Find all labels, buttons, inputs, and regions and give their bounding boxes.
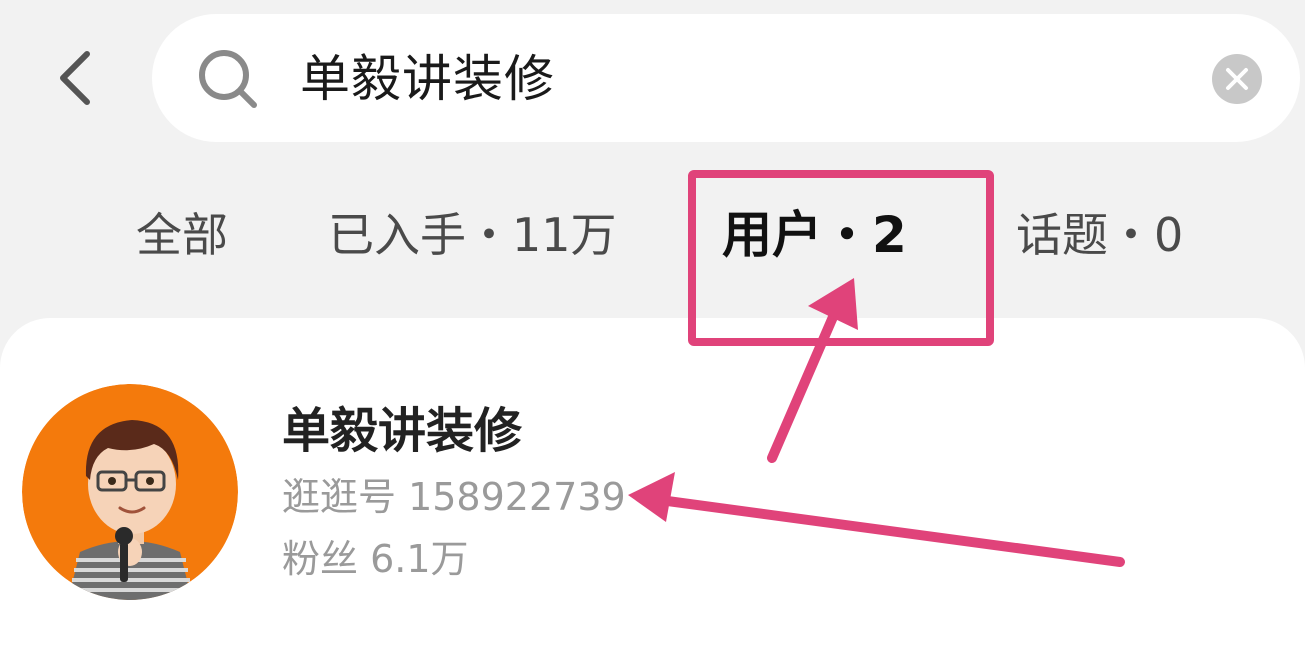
tab-bar: 全部 已入手・11万 用户・2 话题・0 <box>0 190 1305 280</box>
chevron-left-icon <box>60 51 90 105</box>
user-id: 逛逛号 158922739 <box>282 475 626 519</box>
user-name[interactable]: 单毅讲装修 <box>282 398 522 464</box>
back-button[interactable] <box>40 38 110 118</box>
tab-users[interactable]: 用户・2 <box>722 190 907 280</box>
user-avatar-image <box>22 384 238 600</box>
tab-all[interactable]: 全部 <box>136 190 228 280</box>
user-result-card[interactable]: 单毅讲装修 逛逛号 158922739 粉丝 6.1万 <box>0 318 1305 648</box>
avatar[interactable] <box>22 384 238 600</box>
search-input[interactable]: 单毅讲装修 <box>300 44 555 114</box>
clear-icon[interactable] <box>1212 54 1262 104</box>
search-icon <box>199 50 257 108</box>
tab-purchased[interactable]: 已入手・11万 <box>328 190 617 280</box>
search-bar[interactable]: 单毅讲装修 <box>152 14 1300 142</box>
user-fans-count: 粉丝 6.1万 <box>282 537 469 581</box>
tab-topics[interactable]: 话题・0 <box>1016 190 1183 280</box>
